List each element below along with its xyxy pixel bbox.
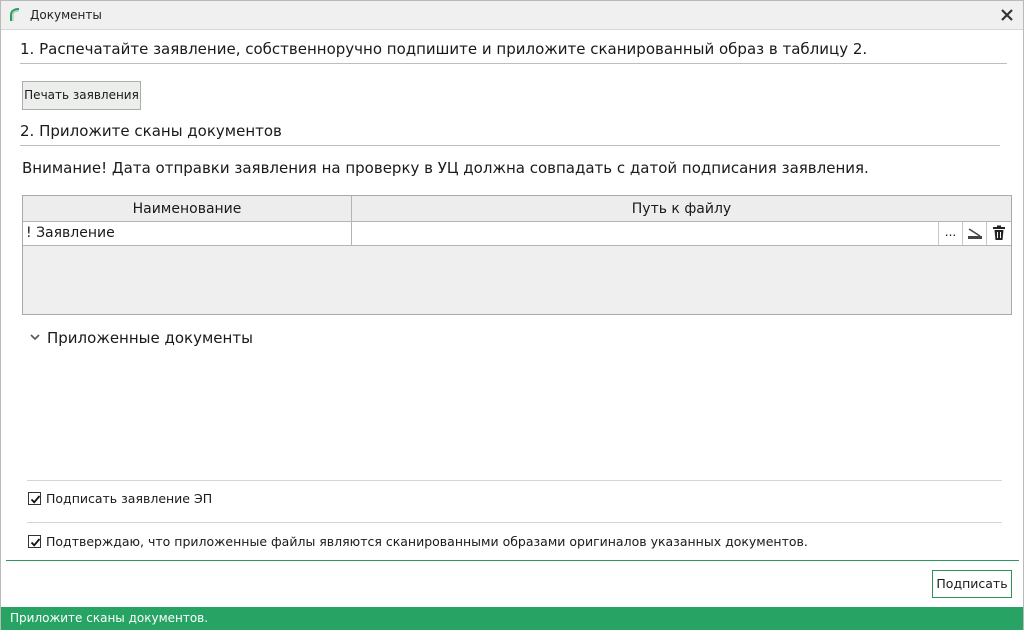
title-bar: Документы — [1, 1, 1023, 30]
cell-document-name: ! Заявление — [23, 222, 352, 245]
sign-button[interactable]: Подписать — [932, 570, 1012, 598]
trash-icon — [992, 225, 1005, 240]
browse-file-button[interactable]: ... — [938, 222, 962, 245]
table-row[interactable]: ! Заявление ... — [23, 222, 1011, 246]
status-bar: Приложите сканы документов. — [1, 607, 1023, 630]
attached-documents-label: Приложенные документы — [47, 329, 253, 347]
file-path-field[interactable] — [352, 222, 938, 245]
confirm-scans-label[interactable]: Подтверждаю, что приложенные файлы являю… — [46, 534, 808, 550]
step1-instruction: 1. Распечатайте заявление, собственноруч… — [20, 40, 868, 58]
divider — [27, 522, 1002, 523]
table-header: Наименование Путь к файлу — [23, 196, 1011, 222]
step2-heading: 2. Приложите сканы документов — [20, 122, 282, 140]
app-logo-icon — [8, 7, 22, 23]
scan-button[interactable] — [962, 222, 986, 245]
checkmark-icon — [30, 495, 41, 504]
documents-table: Наименование Путь к файлу ! Заявление ..… — [22, 195, 1012, 315]
close-icon — [1001, 9, 1013, 21]
footer-divider — [6, 560, 1019, 561]
warning-text: Внимание! Дата отправки заявления на про… — [22, 159, 869, 177]
sign-with-ep-checkbox[interactable] — [28, 492, 41, 505]
divider — [20, 145, 1000, 146]
documents-window: Документы 1. Распечатайте заявление, соб… — [0, 0, 1024, 630]
column-header-path[interactable]: Путь к файлу — [352, 196, 1011, 222]
checkmark-icon — [30, 538, 41, 547]
window-title: Документы — [30, 8, 102, 22]
print-application-button[interactable]: Печать заявления — [22, 81, 141, 110]
divider — [20, 63, 1007, 64]
delete-button[interactable] — [986, 222, 1010, 245]
sign-with-ep-label[interactable]: Подписать заявление ЭП — [46, 491, 212, 507]
status-text: Приложите сканы документов. — [10, 611, 209, 625]
chevron-down-icon — [30, 333, 42, 344]
confirm-scans-checkbox[interactable] — [28, 535, 41, 548]
column-header-name[interactable]: Наименование — [23, 196, 352, 222]
scanner-icon — [967, 228, 982, 239]
attached-documents-expander[interactable]: Приложенные документы — [30, 329, 253, 347]
divider — [27, 480, 1002, 481]
browse-label: ... — [944, 225, 957, 239]
close-button[interactable] — [997, 4, 1017, 26]
